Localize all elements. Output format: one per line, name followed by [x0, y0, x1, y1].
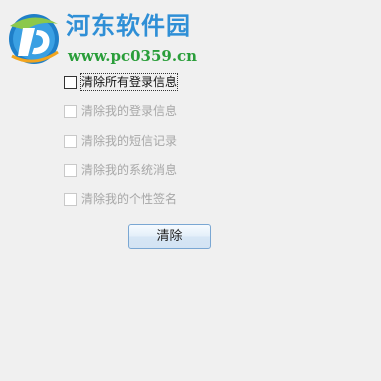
option-label: 清除我的短信记录: [81, 133, 178, 148]
clear-button[interactable]: 清除: [128, 224, 211, 249]
logo-url: www.pc0359.cn: [68, 47, 198, 65]
checkbox-clear-signature: [64, 193, 77, 206]
watermark-logo: 河东软件园 www.pc0359.cn: [4, 8, 264, 70]
checkbox-clear-all-login[interactable]: [64, 76, 77, 89]
option-label: 清除我的个性签名: [81, 192, 178, 206]
option-label[interactable]: 清除所有登录信息: [80, 73, 179, 91]
option-clear-all-login[interactable]: 清除所有登录信息: [64, 73, 264, 102]
option-clear-signature: 清除我的个性签名: [64, 190, 264, 219]
logo-title: 河东软件园: [66, 12, 191, 40]
checkbox-clear-my-login: [64, 105, 77, 119]
clear-options-list: 清除所有登录信息 清除我的登录信息 清除我的短信记录 清除我的系统消息 清除我的…: [64, 73, 264, 219]
option-clear-system-messages: 清除我的系统消息: [64, 161, 264, 190]
option-clear-sms: 清除我的短信记录: [64, 132, 264, 161]
option-label: 清除我的登录信息: [81, 104, 178, 119]
option-label: 清除我的系统消息: [81, 162, 178, 177]
logo-icon: [9, 14, 59, 64]
checkbox-clear-sms: [64, 134, 77, 148]
checkbox-clear-system-messages: [64, 163, 77, 177]
option-clear-my-login: 清除我的登录信息: [64, 102, 264, 131]
